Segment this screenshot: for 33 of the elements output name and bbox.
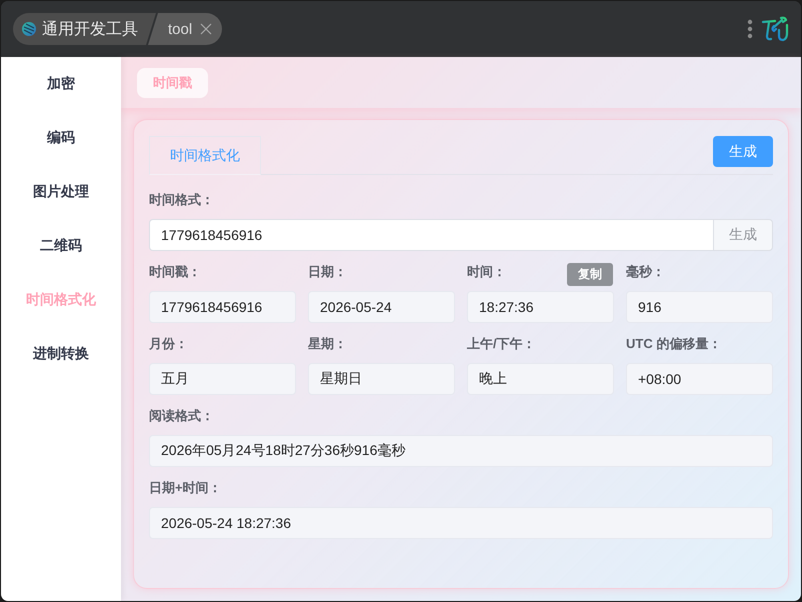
output-field[interactable]: 2026-05-24 18:27:36 xyxy=(149,507,773,539)
output-field[interactable]: 18:27:36 xyxy=(467,291,614,323)
output-field[interactable]: 916 xyxy=(626,291,773,323)
field-label: 时间： xyxy=(467,263,506,281)
field-label: 毫秒： xyxy=(626,263,665,281)
field-label: 月份： xyxy=(149,335,188,353)
output-field[interactable]: +08:00 xyxy=(626,363,773,395)
field-label: 日期： xyxy=(308,263,347,281)
output-field[interactable]: 1779618456916 xyxy=(149,291,296,323)
field-label: 星期： xyxy=(308,335,347,353)
app-icon xyxy=(22,22,36,36)
app-breadcrumb[interactable]: 通用开发工具 xyxy=(13,13,156,45)
field-label: UTC 的偏移量： xyxy=(626,335,722,353)
sidebar-item[interactable]: 进制转换 xyxy=(1,327,121,381)
field-label: 时间戳： xyxy=(149,263,201,281)
timestamp-input[interactable]: 1779618456916 xyxy=(149,219,713,251)
output-field[interactable]: 五月 xyxy=(149,363,296,395)
close-icon[interactable] xyxy=(200,23,212,35)
field-label: 阅读格式： xyxy=(149,407,214,425)
more-menu-icon[interactable] xyxy=(747,19,753,39)
sidebar-item[interactable]: 编码 xyxy=(1,111,121,165)
field-label: 时间格式： xyxy=(149,191,214,209)
output-field[interactable]: 星期日 xyxy=(308,363,455,395)
tool-tab[interactable]: tool xyxy=(148,13,222,45)
output-field[interactable]: 晚上 xyxy=(467,363,614,395)
output-field[interactable]: 2026-05-24 xyxy=(308,291,455,323)
sidebar-item[interactable]: 二维码 xyxy=(1,219,121,273)
field-label: 上午/下午： xyxy=(467,335,536,353)
output-field[interactable]: 2026年05月24号18时27分36秒916毫秒 xyxy=(149,435,773,467)
field-label: 日期+时间： xyxy=(149,479,222,497)
sidebar-item[interactable]: 图片处理 xyxy=(1,165,121,219)
logo-icon xyxy=(761,16,791,42)
sidebar-item[interactable]: 加密 xyxy=(1,57,121,111)
